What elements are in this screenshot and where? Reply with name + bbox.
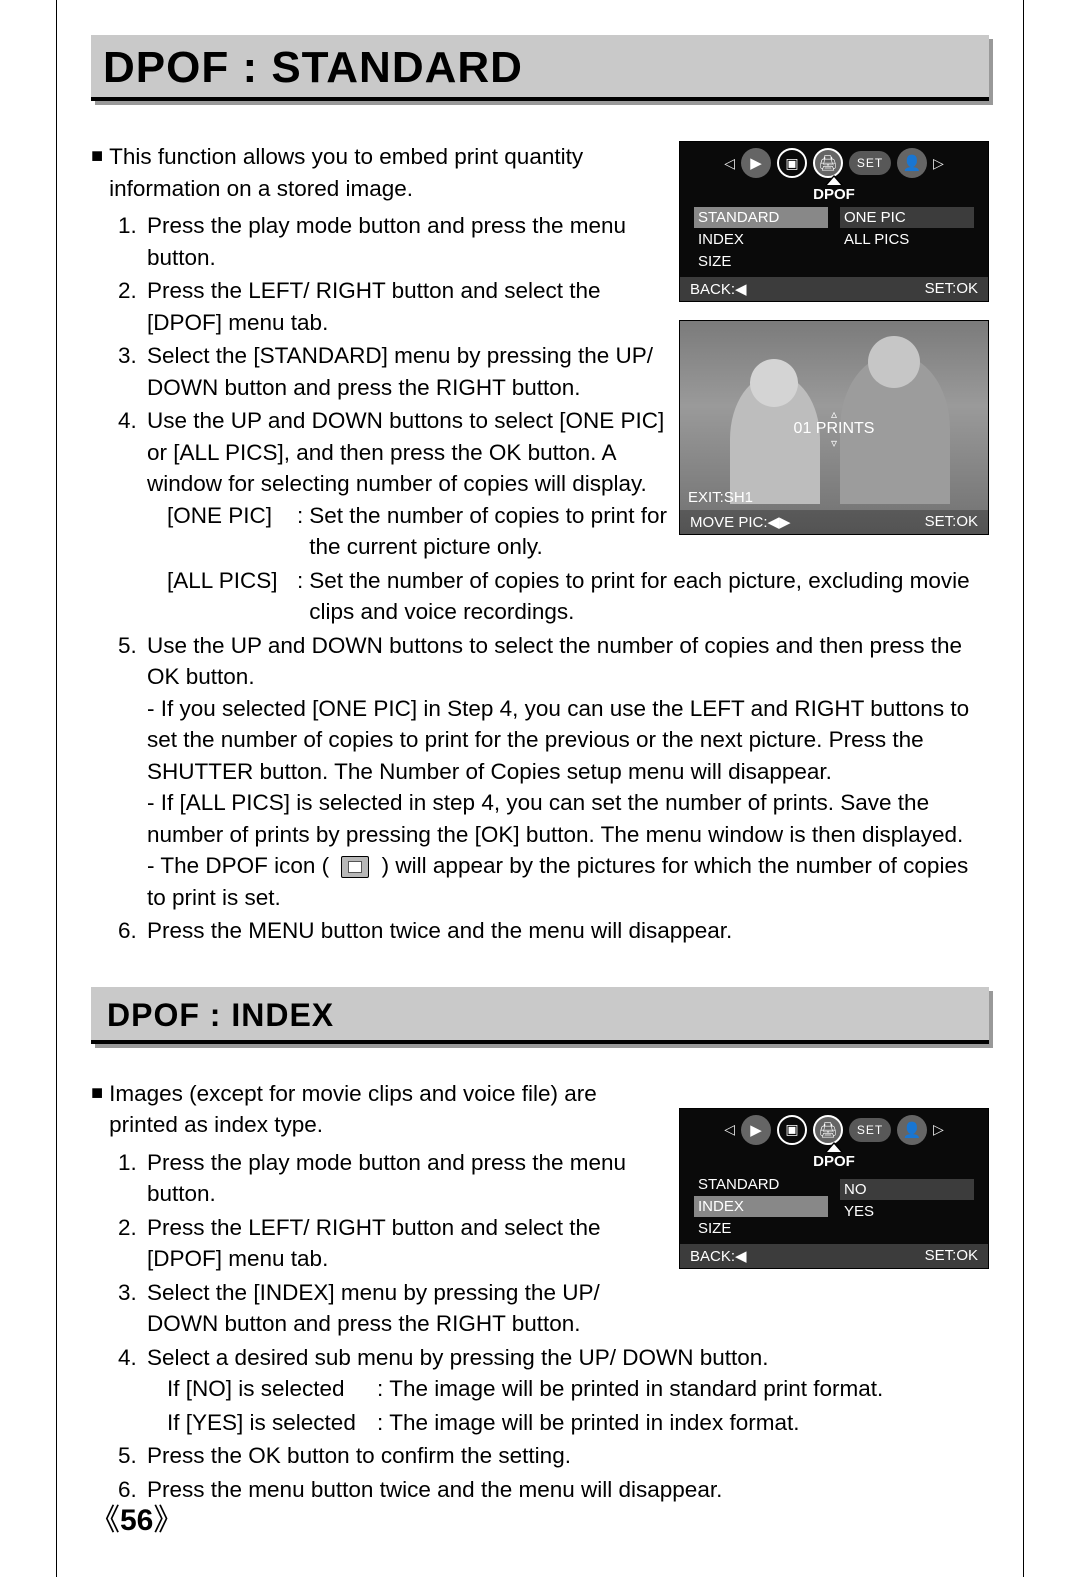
- def-no-label: If [NO] is selected: [167, 1373, 377, 1405]
- menu-item-size: SIZE: [694, 1218, 828, 1239]
- dpof-header-2: DPOF: [680, 1151, 988, 1172]
- down-arrow-icon: ▿: [794, 438, 875, 449]
- idx-step-5: Press the OK button to confirm the setti…: [143, 1440, 989, 1472]
- dpof-inline-icon: [341, 856, 369, 878]
- menu-item-size: SIZE: [694, 251, 828, 272]
- set-pill-icon: SET: [849, 1118, 891, 1142]
- section-standard-intro: This function allows you to embed print …: [109, 141, 669, 204]
- nav-right-icon: ▷: [933, 1121, 944, 1138]
- set-pill-icon: SET: [849, 151, 891, 175]
- info-icon: 👤: [897, 148, 927, 178]
- page-number: 《56》: [90, 1495, 183, 1539]
- idx-step-6: Press the menu button twice and the menu…: [143, 1474, 989, 1506]
- bullet-icon: ■: [91, 141, 103, 204]
- nav-left-icon: ◁: [724, 155, 735, 172]
- section-index-intro: Images (except for movie clips and voice…: [109, 1078, 669, 1141]
- photo-move-label: MOVE PIC:◀▶: [690, 513, 791, 531]
- menu-item-all-pics: ALL PICS: [840, 229, 974, 250]
- nav-right-icon: ▷: [933, 155, 944, 172]
- def-all-pics-desc: Set the number of copies to print for ea…: [309, 565, 989, 628]
- info-icon: 👤: [897, 1115, 927, 1145]
- menu-back-label: BACK:◀: [690, 280, 747, 298]
- up-arrow-icon: ▵: [794, 409, 875, 420]
- def-no-desc: The image will be printed in standard pr…: [389, 1373, 883, 1405]
- menu-item-standard: STANDARD: [694, 1174, 828, 1195]
- prints-overlay: ▵ 01 PRINTS ▿: [794, 409, 875, 449]
- dpof-header: DPOF: [680, 184, 988, 205]
- figure-dpof-index: ◁ ▶ ▣ 🖨 SET 👤 ▷ DPOF STANDARD INDEX SIZE: [679, 1108, 989, 1269]
- def-yes-desc: The image will be printed in index forma…: [389, 1407, 799, 1439]
- play-icon: ▶: [741, 1115, 771, 1145]
- menu-back-label: BACK:◀: [690, 1247, 747, 1265]
- menu-item-one-pic: ONE PIC: [840, 207, 974, 228]
- step-5-sub2: If [ALL PICS] is selected in step 4, you…: [147, 790, 963, 847]
- section-standard-title: DPOF : STANDARD: [103, 43, 977, 93]
- dpof-tab-icon: 🖨: [813, 148, 843, 178]
- prints-count: 01 PRINTS: [794, 420, 875, 437]
- section-index-title: DPOF : INDEX: [107, 997, 973, 1034]
- step-5-sub3a: The DPOF icon (: [160, 853, 329, 878]
- lcd-menu-standard: ◁ ▶ ▣ 🖨 SET 👤 ▷ DPOF STANDARD INDEX SIZE: [679, 141, 989, 302]
- step-5: Use the UP and DOWN buttons to select th…: [143, 630, 989, 914]
- section-standard-title-bar: DPOF : STANDARD: [91, 35, 989, 101]
- nav-left-icon: ◁: [724, 1121, 735, 1138]
- photo-set-label: SET:OK: [925, 513, 978, 531]
- slideshow-icon: ▣: [777, 1115, 807, 1145]
- lcd-menu-index: ◁ ▶ ▣ 🖨 SET 👤 ▷ DPOF STANDARD INDEX SIZE: [679, 1108, 989, 1269]
- menu-item-no: NO: [840, 1179, 974, 1200]
- menu-item-index: INDEX: [694, 1196, 828, 1217]
- dpof-tab-icon: 🖨: [813, 1115, 843, 1145]
- menu-set-label: SET:OK: [925, 1247, 978, 1265]
- photo-exit-label: EXIT:SH1: [688, 489, 753, 506]
- menu-item-index: INDEX: [694, 229, 828, 250]
- slideshow-icon: ▣: [777, 148, 807, 178]
- figure-dpof-standard: ◁ ▶ ▣ 🖨 SET 👤 ▷ DPOF STANDARD INDEX SIZE: [679, 141, 989, 535]
- def-all-pics-label: [ALL PICS]: [167, 565, 297, 628]
- def-one-pic-label: [ONE PIC]: [167, 500, 297, 563]
- idx-step-3: Select the [INDEX] menu by pressing the …: [143, 1277, 989, 1340]
- lcd-photo-preview: ▵ 01 PRINTS ▿ EXIT:SH1 MOVE PIC:◀▶ SET:O…: [679, 320, 989, 535]
- step-5-sub1: If you selected [ONE PIC] in Step 4, you…: [147, 696, 969, 784]
- idx-step-4: Select a desired sub menu by pressing th…: [143, 1342, 989, 1439]
- bullet-icon: ■: [91, 1078, 103, 1141]
- section-index-title-bar: DPOF : INDEX: [91, 987, 989, 1044]
- page-content: DPOF : STANDARD ◁ ▶ ▣ 🖨 SET 👤 ▷ DPOF STA…: [56, 0, 1024, 1507]
- menu-set-label: SET:OK: [925, 280, 978, 298]
- def-one-pic-desc: Set the number of copies to print for th…: [309, 500, 669, 563]
- play-icon: ▶: [741, 148, 771, 178]
- def-yes-label: If [YES] is selected: [167, 1407, 377, 1439]
- menu-item-standard: STANDARD: [694, 207, 828, 228]
- step-6: Press the MENU button twice and the menu…: [143, 915, 989, 947]
- menu-item-yes: YES: [840, 1201, 974, 1222]
